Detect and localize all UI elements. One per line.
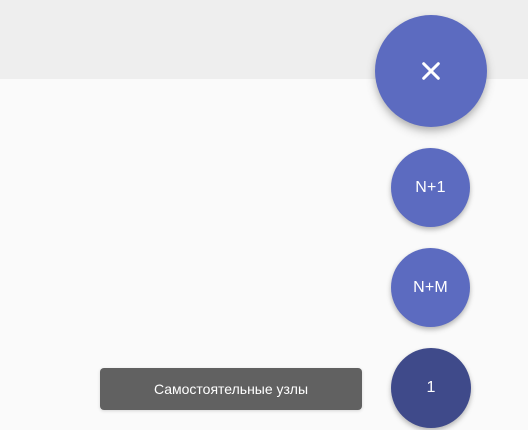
n-plus-1-label: N+1 [415,178,446,196]
n-plus-m-button[interactable]: N+M [391,248,470,327]
tooltip-text: Самостоятельные узлы [153,381,309,397]
close-icon [422,62,440,80]
standalone-nodes-label: 1 [426,379,436,396]
n-plus-1-button[interactable]: N+1 [391,148,470,227]
close-speed-dial-button[interactable] [375,15,487,127]
n-plus-m-label: N+M [413,278,448,296]
standalone-nodes-button[interactable]: 1 [391,348,471,428]
standalone-nodes-tooltip: Самостоятельные узлы [100,368,362,410]
